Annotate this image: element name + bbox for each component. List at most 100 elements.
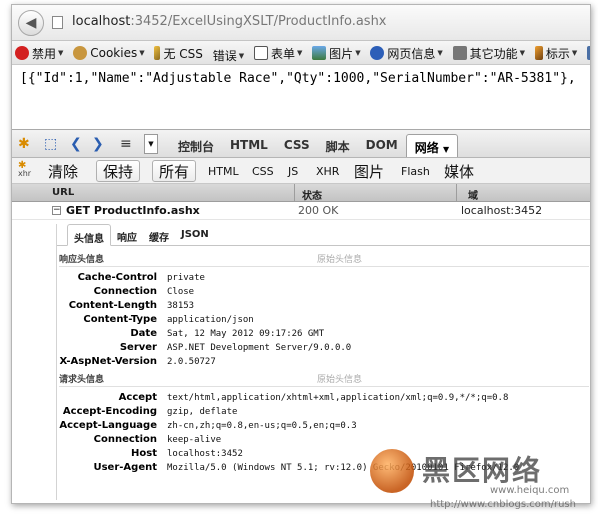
header-value: 2.0.50727 (167, 357, 216, 367)
request-domain: localhost:3452 (461, 204, 543, 217)
tab-script[interactable]: 脚本 (318, 136, 358, 157)
url-path: :3452/ExcelUsingXSLT/ProductInfo.ashx (130, 14, 387, 29)
column-url[interactable]: URL (52, 187, 74, 198)
tab-net[interactable]: 网络 ▼ (405, 134, 459, 157)
chevron-down-icon: ▼ (442, 145, 450, 154)
firebug-bug-icon[interactable]: ✱ (18, 136, 30, 152)
filter-images-button[interactable]: 图片 (354, 160, 384, 182)
image-icon (312, 46, 327, 60)
header-row: User-Agent Mozilla/5.0 (Windows NT 5.1; r… (57, 462, 590, 476)
raw-headers-link[interactable]: 原始头信息 (317, 372, 362, 385)
back-button[interactable]: ◀ (18, 10, 44, 36)
header-name: Host (131, 448, 157, 459)
filter-all-button[interactable]: 所有 (152, 160, 197, 182)
header-name: Cache-Control (77, 272, 157, 283)
no-entry-icon (15, 46, 29, 60)
dev-resize-menu[interactable] (584, 41, 590, 64)
header-name: User-Agent (93, 462, 157, 473)
tab-response[interactable]: 响应 (111, 224, 143, 246)
dev-forms-label: 表单 (270, 46, 295, 61)
request-status: 200 OK (298, 204, 339, 217)
divider (59, 386, 589, 387)
header-row: Accept text/html,application/xhtml+xml,ap… (57, 392, 590, 406)
filter-xhr-button[interactable]: XHR (316, 160, 339, 182)
filter-media-button[interactable]: 媒体 (444, 160, 474, 182)
chevron-down-icon: ▼ (437, 49, 443, 57)
pencil-icon (534, 46, 543, 60)
header-row: Server ASP.NET Development Server/9.0.0.0 (57, 342, 590, 356)
header-name: X-AspNet-Version (59, 356, 157, 367)
header-value: Close (167, 287, 195, 297)
chevron-down-icon: ▼ (58, 49, 64, 57)
response-headers-title: 响应头信息 (59, 255, 105, 265)
back-icon[interactable]: ❮ (70, 136, 82, 152)
clear-button[interactable]: 清除 (48, 160, 78, 182)
dev-nocss-menu[interactable]: 无 CSS (151, 41, 205, 64)
forward-icon[interactable]: ❯ (92, 136, 104, 152)
chevron-down-icon: ▼ (139, 49, 145, 57)
firebug-toolbar: ✱ ⬚ ❮ ❯ ≡ ▼ 控制台 HTML CSS 脚本 DOM 网络 ▼ (12, 130, 590, 158)
filter-html-button[interactable]: HTML (208, 160, 239, 182)
header-row: Accept-Language zh-cn,zh;q=0.8,en-us;q=0.… (57, 420, 590, 434)
header-row: Connection keep-alive (57, 434, 590, 448)
dev-forms-menu[interactable]: 表单 ▼ (251, 41, 305, 64)
dev-disable-label: 禁用 (32, 46, 57, 61)
dev-info-label: 网页信息 (387, 46, 436, 61)
dev-images-label: 图片 (329, 46, 354, 61)
dev-info-menu[interactable]: 网页信息 ▼ (367, 41, 445, 64)
dev-images-menu[interactable]: 图片 ▼ (309, 41, 363, 64)
column-status[interactable]: 状态 (302, 187, 322, 202)
header-row: Host localhost:3452 (57, 448, 590, 462)
chevron-down-icon: ▼ (238, 51, 245, 60)
filter-flash-button[interactable]: Flash (401, 160, 430, 182)
filter-js-button[interactable]: JS (288, 160, 298, 182)
dev-cookies-menu[interactable]: Cookies ▼ (70, 41, 147, 64)
dev-misc-menu[interactable]: 其它功能 ▼ (450, 41, 528, 64)
collapse-icon[interactable]: − (52, 206, 61, 215)
tab-css[interactable]: CSS (276, 136, 318, 157)
panel-dropdown[interactable]: ▼ (144, 134, 158, 154)
tab-console[interactable]: 控制台 (170, 136, 222, 157)
header-name: Server (119, 342, 157, 353)
header-row: Cache-Control private (57, 272, 590, 286)
url-host: localhost (72, 14, 131, 29)
header-value: text/html,application/xhtml+xml,applicat… (167, 393, 509, 403)
tab-headers[interactable]: 头信息 (67, 224, 111, 246)
dev-disable-menu[interactable]: 禁用 ▼ (12, 41, 66, 64)
header-name: Accept (118, 392, 157, 403)
filter-css-button[interactable]: CSS (252, 160, 274, 182)
cookie-icon (73, 46, 88, 60)
tab-cache[interactable]: 缓存 (143, 224, 175, 246)
header-row: Date Sat, 12 May 2012 09:17:26 GMT (57, 328, 590, 342)
column-domain[interactable]: 域 (468, 187, 478, 202)
raw-headers-link[interactable]: 原始头信息 (317, 252, 362, 265)
header-row: Content-Length 38153 (57, 300, 590, 314)
net-toolbar: ✱ xhr 清除 保持 所有 HTML CSS JS XHR 图片 Flash 媒… (12, 158, 590, 184)
net-column-headers: URL 状态 域 (12, 184, 590, 202)
divider (59, 266, 589, 267)
web-developer-toolbar: 禁用 ▼ Cookies ▼ 无 CSS 错误 ▼ 表单 ▼ 图片 ▼ 网页信息 ▼ 其它功… (12, 41, 590, 65)
dev-misc-label: 其它功能 (469, 46, 518, 61)
info-icon (370, 46, 385, 60)
dev-errors-menu[interactable]: 错误 ▼ (210, 44, 247, 65)
header-name: Date (130, 328, 157, 339)
tab-html[interactable]: HTML (222, 136, 276, 157)
detail-tabs: 头信息 响应 缓存 JSON (57, 224, 590, 246)
inspect-icon[interactable]: ⬚ (44, 136, 57, 152)
header-value: Sat, 12 May 2012 09:17:26 GMT (167, 329, 325, 339)
header-name: Content-Type (83, 314, 157, 325)
request-detail: 头信息 响应 缓存 JSON 响应头信息 原始头信息 Cache-Control… (56, 224, 590, 500)
column-separator (456, 184, 457, 202)
dev-outline-menu[interactable]: 标示 ▼ (532, 41, 580, 64)
request-row[interactable]: − GET ProductInfo.ashx 200 OK localhost:… (12, 202, 590, 220)
tab-dom[interactable]: DOM (358, 136, 406, 157)
menu-icon[interactable]: ≡ (120, 136, 132, 152)
header-name: Content-Length (68, 300, 157, 311)
tab-json[interactable]: JSON (175, 224, 215, 246)
xhr-icon: ✱ xhr (18, 160, 32, 178)
dev-errors-label: 错误 (212, 49, 237, 63)
url-field[interactable]: localhost:3452/ExcelUsingXSLT/ProductInf… (72, 14, 387, 29)
header-value: Mozilla/5.0 (Windows NT 5.1; rv:12.0) Ge… (167, 463, 520, 473)
persist-button[interactable]: 保持 (96, 160, 141, 182)
header-name: Accept-Language (59, 420, 157, 431)
